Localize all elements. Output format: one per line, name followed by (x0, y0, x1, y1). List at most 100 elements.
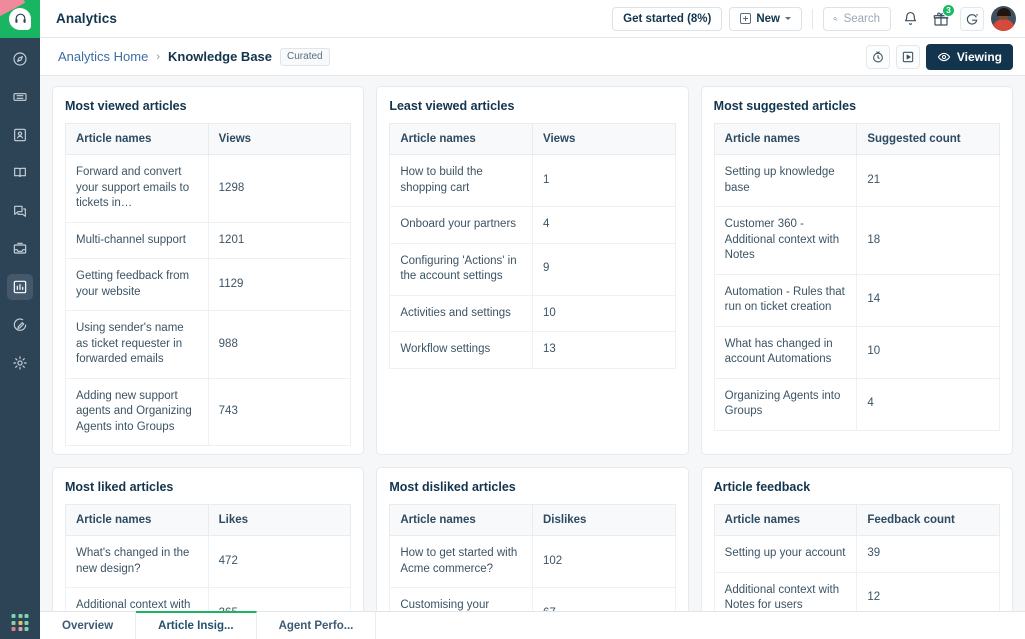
app-grid-icon[interactable] (12, 614, 29, 631)
brand-logo-block[interactable] (0, 0, 40, 38)
article-name-cell: Setting up knowledge base (714, 155, 857, 207)
table-row[interactable]: Multi-channel support1201 (66, 222, 351, 259)
metric-value-cell: 13 (532, 332, 675, 369)
table-row[interactable]: How to get started with Acme commerce?10… (390, 536, 675, 588)
sidebar-item-conversations[interactable] (7, 198, 33, 224)
article-name-cell: Customer 360 - Additional context with N… (714, 207, 857, 275)
article-name-cell: Setting up your account (714, 536, 857, 573)
sidebar-item-inbox[interactable] (7, 236, 33, 262)
table-row[interactable]: Activities and settings10 (390, 295, 675, 332)
sidebar-item-tickets[interactable] (7, 84, 33, 110)
table-row[interactable]: Organizing Agents into Groups4 (714, 378, 999, 430)
table-header-row: Article namesLikes (66, 505, 351, 536)
gift-icon[interactable]: 3 (929, 7, 953, 31)
widget-card: Most liked articles Article namesLikesWh… (52, 467, 364, 611)
search-placeholder: Search (844, 13, 880, 25)
metric-value-cell: 472 (208, 536, 351, 588)
card-title: Least viewed articles (389, 99, 675, 113)
sidebar-item-knowledge-base[interactable] (7, 160, 33, 186)
table-row[interactable]: Automation - Rules that run on ticket cr… (714, 274, 999, 326)
table-header-row: Article namesViews (66, 124, 351, 155)
breadcrumb-home-link[interactable]: Analytics Home (58, 49, 148, 64)
main-content: Analytics Home › Knowledge Base Curated (40, 38, 1025, 639)
table-row[interactable]: Additional context with Notes and Summar… (66, 588, 351, 611)
column-header: Likes (208, 505, 351, 536)
table-row[interactable]: Additional context with Notes for users1… (714, 572, 999, 611)
article-name-cell: Onboard your partners (390, 207, 533, 244)
get-started-button[interactable]: Get started (8%) (612, 7, 722, 31)
metric-value-cell: 365 (208, 588, 351, 611)
metric-value-cell: 67 (532, 588, 675, 611)
table-row[interactable]: Forward and convert your support emails … (66, 155, 351, 223)
tab-label: Agent Perfo... (279, 620, 354, 632)
tab-article-insights[interactable]: Article Insig... (136, 611, 256, 639)
new-button-label: New (756, 13, 780, 25)
metric-value-cell: 4 (857, 378, 1000, 430)
table-row[interactable]: Customising your account settings67 (390, 588, 675, 611)
table-header-row: Article namesFeedback count (714, 505, 999, 536)
breadcrumb-actions: Viewing (866, 44, 1013, 70)
widget-card: Article feedback Article namesFeedback c… (701, 467, 1013, 611)
column-header: Article names (66, 505, 209, 536)
copilot-g-icon[interactable] (960, 7, 984, 31)
data-table: Article namesViewsHow to build the shopp… (389, 123, 675, 369)
column-header: Article names (714, 505, 857, 536)
notifications-bell-icon[interactable] (898, 7, 922, 31)
table-row[interactable]: Getting feedback from your website1129 (66, 259, 351, 311)
new-button[interactable]: New (729, 7, 802, 31)
sidebar-item-contacts[interactable] (7, 122, 33, 148)
widget-card: Least viewed articles Article namesViews… (376, 86, 688, 455)
dashboard-scroll-area[interactable]: Most viewed articles Article namesViewsF… (40, 76, 1025, 611)
metric-value-cell: 1201 (208, 222, 351, 259)
bottom-tab-bar: Overview Article Insig... Agent Perfo... (40, 611, 1025, 639)
sidebar-item-analytics[interactable] (7, 274, 33, 300)
contact-card-icon (12, 127, 28, 143)
widget-card: Most disliked articles Article namesDisl… (376, 467, 688, 611)
breadcrumb-separator-icon: › (156, 51, 160, 63)
table-row[interactable]: Customer 360 - Additional context with N… (714, 207, 999, 275)
article-name-cell: How to get started with Acme commerce? (390, 536, 533, 588)
chevron-down-icon (785, 17, 791, 20)
top-bar-actions: Get started (8%) New Search (612, 6, 1025, 31)
article-name-cell: Activities and settings (390, 295, 533, 332)
clock-arrow-icon[interactable] (866, 45, 890, 69)
table-row[interactable]: What's changed in the new design?472 (66, 536, 351, 588)
sidebar-item-settings[interactable] (7, 350, 33, 376)
metric-value-cell: 1298 (208, 155, 351, 223)
article-name-cell: Organizing Agents into Groups (714, 378, 857, 430)
divider (812, 9, 813, 29)
metric-value-cell: 21 (857, 155, 1000, 207)
table-row[interactable]: How to build the shopping cart1 (390, 155, 675, 207)
data-table: Article namesSuggested countSetting up k… (714, 123, 1000, 431)
metric-value-cell: 12 (857, 572, 1000, 611)
table-row[interactable]: Setting up knowledge base21 (714, 155, 999, 207)
table-row[interactable]: Workflow settings13 (390, 332, 675, 369)
table-row[interactable]: Using sender's name as ticket requester … (66, 311, 351, 379)
sidebar-item-compose[interactable] (7, 312, 33, 338)
search-input[interactable]: Search (823, 7, 891, 31)
table-header-row: Article namesDislikes (390, 505, 675, 536)
table-row[interactable]: Configuring 'Actions' in the account set… (390, 243, 675, 295)
table-row[interactable]: Adding new support agents and Organizing… (66, 378, 351, 446)
metric-value-cell: 10 (532, 295, 675, 332)
chat-bubbles-icon (12, 203, 28, 219)
play-box-icon[interactable] (896, 45, 920, 69)
user-avatar[interactable] (991, 6, 1016, 31)
app-title: Analytics (56, 11, 117, 26)
tab-label: Article Insig... (158, 620, 233, 632)
table-row[interactable]: What has changed in account Automations1… (714, 326, 999, 378)
book-icon (12, 165, 28, 181)
bar-chart-icon (12, 279, 28, 295)
widget-grid: Most viewed articles Article namesViewsF… (52, 86, 1013, 611)
table-row[interactable]: Setting up your account39 (714, 536, 999, 573)
tab-overview[interactable]: Overview (40, 612, 136, 639)
card-title: Most viewed articles (65, 99, 351, 113)
article-name-cell: Automation - Rules that run on ticket cr… (714, 274, 857, 326)
table-row[interactable]: Onboard your partners4 (390, 207, 675, 244)
sidebar-item-dashboard[interactable] (7, 46, 33, 72)
data-table: Article namesDislikesHow to get started … (389, 504, 675, 611)
metric-value-cell: 4 (532, 207, 675, 244)
table-header-row: Article namesViews (390, 124, 675, 155)
viewing-button[interactable]: Viewing (926, 44, 1013, 70)
tab-agent-performance[interactable]: Agent Perfo... (257, 612, 377, 639)
